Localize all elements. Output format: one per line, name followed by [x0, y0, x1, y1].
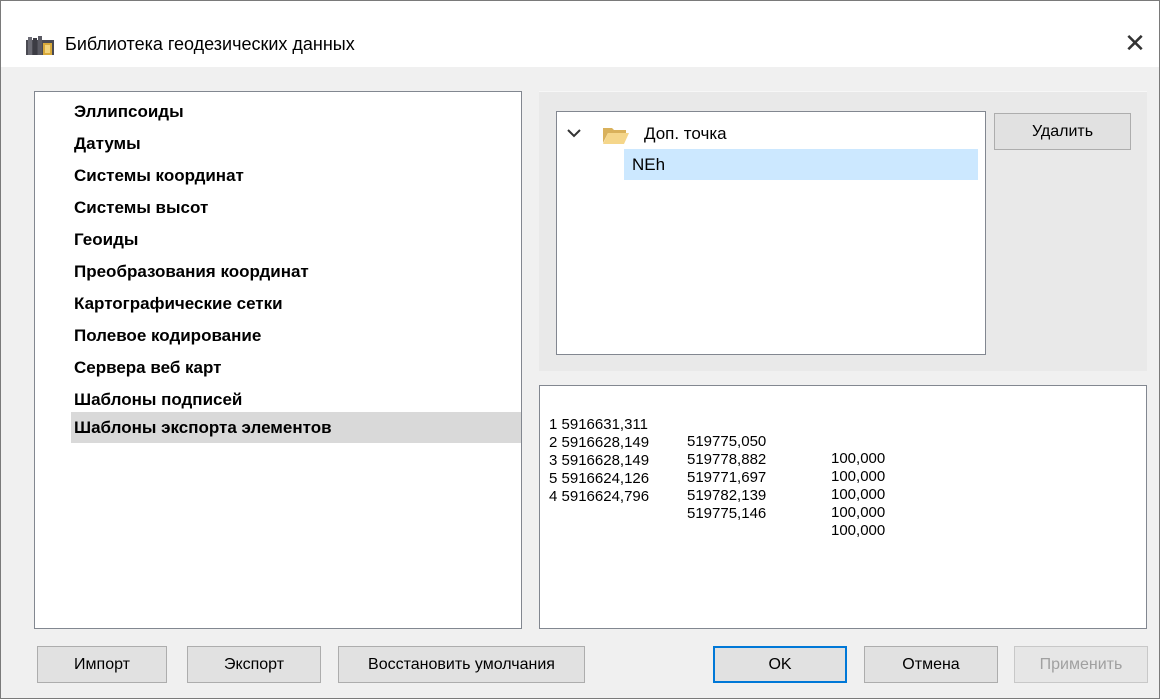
point-height: 100,000: [831, 468, 886, 485]
tree-node-root-label: Доп. точка: [644, 124, 727, 143]
tree-node-neh[interactable]: NEh: [624, 149, 978, 180]
category-item-coordinate-transformations[interactable]: Преобразования координат: [71, 256, 521, 287]
ok-button[interactable]: OK: [713, 646, 847, 683]
chevron-down-icon[interactable]: [567, 128, 581, 138]
category-item-datums[interactable]: Датумы: [71, 128, 521, 159]
point-row: 4 5916624,796 519775,146 100,000: [549, 471, 885, 539]
category-item-field-coding[interactable]: Полевое кодирование: [71, 320, 521, 351]
import-button[interactable]: Импорт: [37, 646, 167, 683]
tree-node-root[interactable]: Доп. точка: [557, 118, 985, 149]
point-easting: 519775,146: [687, 505, 767, 522]
category-item-map-grids[interactable]: Картографические сетки: [71, 288, 521, 319]
category-item-coordinate-systems[interactable]: Системы координат: [71, 160, 521, 191]
point-height: 100,000: [831, 504, 886, 521]
category-item-label-templates[interactable]: Шаблоны подписей: [71, 384, 521, 415]
point-row: 2 5916628,149 519778,882 100,000: [549, 417, 885, 485]
points-preview: 1 5916631,311 519775,050 100,000 2 59166…: [539, 385, 1147, 629]
cancel-button[interactable]: Отмена: [864, 646, 998, 683]
category-item-ellipsoids[interactable]: Эллипсоиды: [71, 96, 521, 127]
category-item-export-templates[interactable]: Шаблоны экспорта элементов: [71, 412, 521, 443]
point-easting: 519778,882: [687, 451, 767, 468]
delete-button[interactable]: Удалить: [994, 113, 1131, 150]
point-height: 100,000: [831, 522, 886, 539]
template-tree-panel: Доп. точка NEh Удалить: [539, 91, 1147, 371]
point-row: 3 5916628,149 519771,697 100,000: [549, 435, 885, 503]
category-list[interactable]: Эллипсоиды Датумы Системы координат Сист…: [34, 91, 522, 629]
point-row: 1 5916631,311 519775,050 100,000: [549, 399, 885, 467]
restore-defaults-button[interactable]: Восстановить умолчания: [338, 646, 585, 683]
close-icon[interactable]: ✕: [1120, 29, 1150, 59]
point-easting: 519782,139: [687, 487, 767, 504]
point-easting: 519775,050: [687, 433, 767, 450]
point-easting: 519771,697: [687, 469, 767, 486]
category-item-web-map-servers[interactable]: Сервера веб карт: [71, 352, 521, 383]
point-row: 5 5916624,126 519782,139 100,000: [549, 453, 885, 521]
library-books-icon: [26, 36, 54, 55]
dialog-window: Библиотека геодезических данных ✕ Эллипс…: [0, 0, 1160, 699]
category-item-geoids[interactable]: Геоиды: [71, 224, 521, 255]
point-id-northing: 4 5916624,796: [549, 488, 650, 505]
category-item-height-systems[interactable]: Системы высот: [71, 192, 521, 223]
template-tree[interactable]: Доп. точка NEh: [556, 111, 986, 355]
apply-button[interactable]: Применить: [1014, 646, 1148, 683]
title-bar: Библиотека геодезических данных ✕: [1, 1, 1159, 67]
point-height: 100,000: [831, 486, 886, 503]
window-title: Библиотека геодезических данных: [65, 34, 355, 54]
export-button[interactable]: Экспорт: [187, 646, 321, 683]
folder-open-icon: [603, 128, 629, 144]
point-height: 100,000: [831, 450, 886, 467]
